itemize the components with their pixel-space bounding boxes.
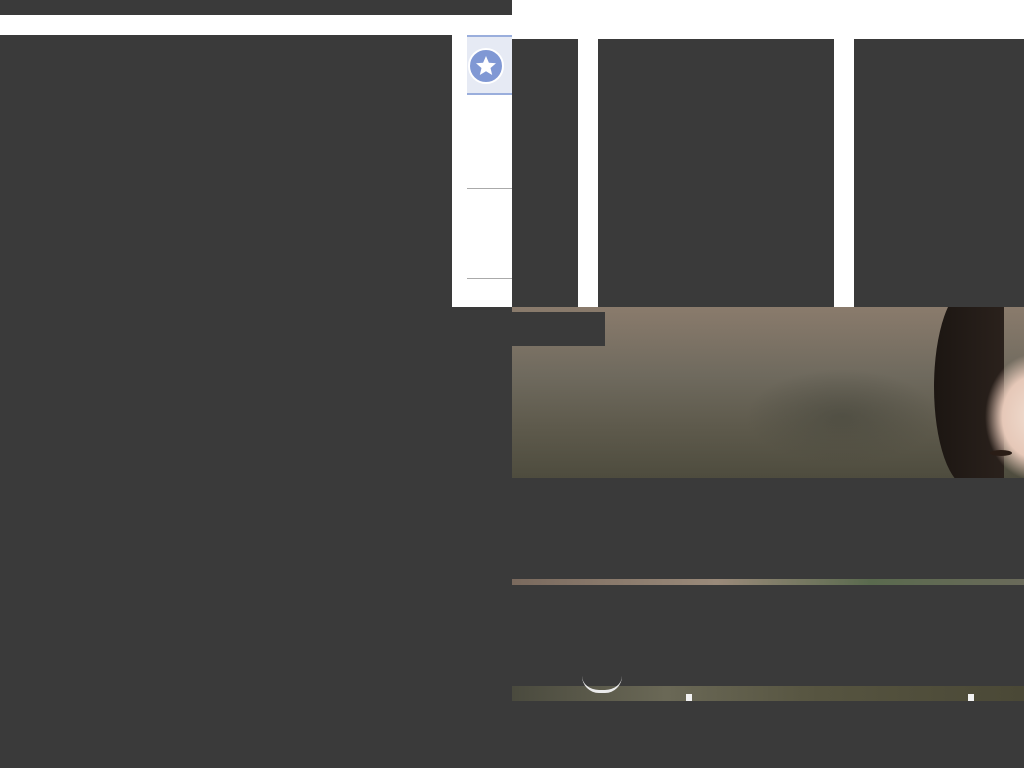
star-icon: [468, 48, 504, 84]
content-card[interactable]: [512, 39, 578, 307]
banner-label-overlay: [512, 312, 605, 346]
article-text-overlay: [512, 478, 1024, 579]
photo-detail: [582, 676, 622, 693]
left-content-pane: [0, 35, 452, 768]
favorite-button[interactable]: [467, 35, 512, 95]
side-toolbar: [452, 35, 512, 307]
photo-strip[interactable]: [512, 686, 1024, 701]
photo-subject-face: [954, 307, 1024, 478]
content-card[interactable]: [598, 39, 834, 307]
photo-detail: [686, 694, 692, 701]
side-toolbar-rail: [452, 35, 467, 307]
sidebar-divider: [467, 278, 512, 279]
bottom-overlay: [512, 701, 1024, 768]
photo-detail: [968, 694, 974, 701]
top-bar-overlay: [0, 0, 512, 15]
photo-subject-eye: [990, 450, 1012, 456]
sidebar-lower-overlay: [452, 307, 512, 768]
article-text-overlay: [512, 585, 1024, 686]
sidebar-divider: [467, 188, 512, 189]
content-card[interactable]: [854, 39, 1024, 307]
